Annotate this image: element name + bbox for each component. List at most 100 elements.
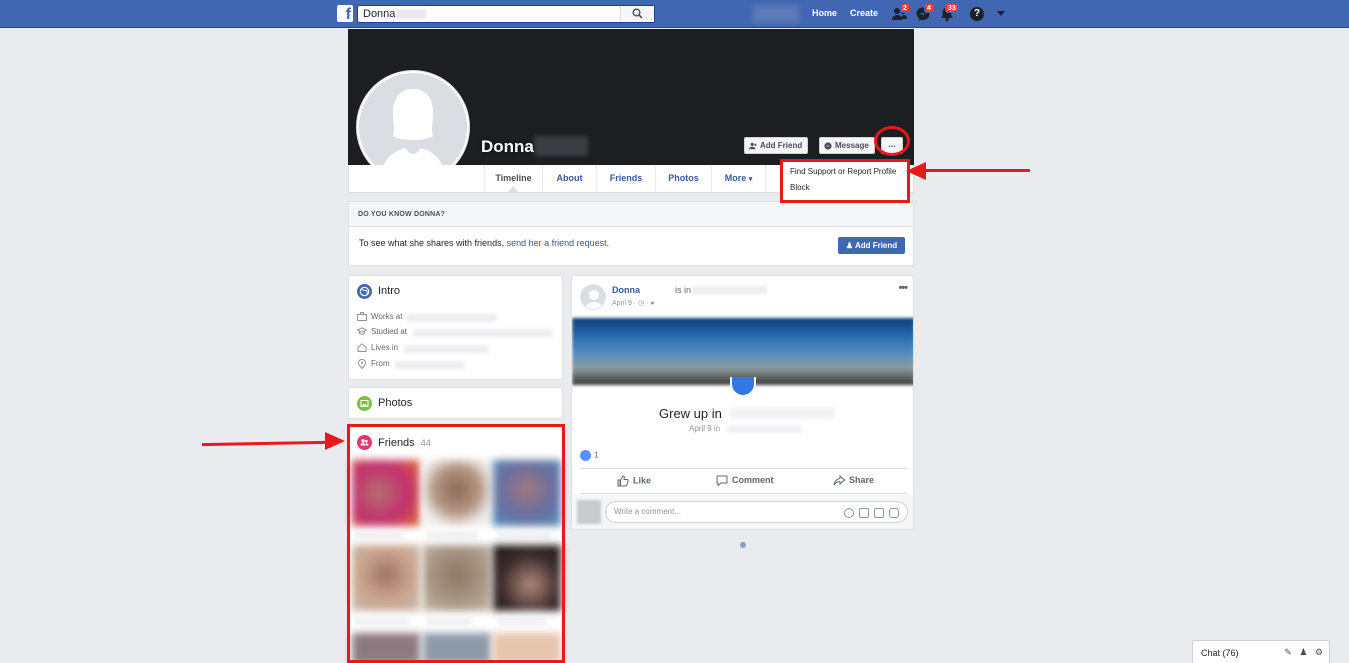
search-icon [632, 8, 643, 19]
photo-icon [357, 396, 372, 411]
timeline-post: Donna is in April 9 · ◷ · ● ••• Grew up … [571, 275, 914, 530]
intro-lives-in: Lives in [357, 343, 398, 355]
share-icon [833, 475, 846, 486]
do-you-know-heading: DO YOU KNOW DONNA? [349, 202, 913, 227]
chat-label: Chat (76) [1201, 648, 1239, 658]
home-link[interactable]: Home [812, 8, 837, 18]
comment-label: Comment [732, 475, 774, 485]
sticker-icon[interactable] [889, 508, 899, 518]
add-friend-icon: ♟ [845, 241, 853, 250]
add-friend-primary-button[interactable]: ♟ Add Friend [838, 237, 905, 254]
help-icon[interactable]: ? [970, 7, 984, 21]
annotation-box-friends [347, 424, 565, 663]
life-event-icon [730, 377, 756, 397]
search-button[interactable] [620, 6, 654, 22]
post-author-avatar[interactable] [580, 284, 606, 310]
post-author-name[interactable]: Donna [612, 285, 640, 295]
share-label: Share [849, 475, 875, 485]
comment-input-tools [839, 506, 899, 526]
like-button[interactable]: Like [617, 475, 651, 487]
intro-from-label: From [371, 359, 390, 369]
annotation-arrow-line [925, 169, 1030, 172]
graduation-cap-icon [356, 327, 368, 336]
comment-input-placeholder: Write a comment... [614, 507, 681, 516]
comment-composer: Write a comment... [572, 495, 913, 529]
intro-card: Intro Works at Studied at Lives in From [348, 275, 563, 380]
gear-icon[interactable]: ⚙ [1315, 647, 1323, 657]
gif-icon[interactable] [874, 508, 884, 518]
message-button[interactable]: Message [819, 137, 875, 154]
globe-icon: ● [650, 300, 655, 307]
redacted-text [395, 361, 465, 369]
messenger-icon [824, 142, 832, 150]
default-avatar-silhouette-icon [581, 285, 605, 309]
add-friend-icon [749, 142, 757, 150]
account-menu-chevron-down-icon[interactable] [997, 11, 1005, 16]
annotation-box-dropdown [780, 159, 910, 203]
globe-icon [357, 284, 372, 299]
friend-requests-badge: 2 [900, 3, 910, 13]
life-event-title: Grew up in [659, 406, 722, 421]
tab-friends[interactable]: Friends [596, 165, 655, 192]
thumbs-up-icon [617, 475, 629, 487]
life-event-subtitle: April 9 in [689, 424, 721, 433]
redacted-text [727, 425, 802, 433]
message-label: Message [835, 141, 869, 150]
reaction-summary[interactable]: 1 [580, 450, 598, 461]
post-date-label: April 9 [612, 300, 632, 307]
new-group-icon[interactable]: ♟ [1299, 647, 1307, 657]
chevron-down-icon: ▾ [748, 176, 753, 183]
do-you-know-card: DO YOU KNOW DONNA? To see what she share… [348, 201, 914, 266]
redacted-text [404, 345, 489, 353]
chat-sidebar-tab[interactable]: Chat (76) ✎ ♟ ⚙ [1192, 640, 1330, 663]
intro-studied-label: Studied at [371, 327, 408, 336]
briefcase-icon [357, 312, 367, 322]
intro-studied-at: Studied at [356, 327, 408, 339]
tab-more[interactable]: More ▾ [711, 165, 766, 192]
comment-button[interactable]: Comment [716, 475, 774, 487]
share-button[interactable]: Share [833, 475, 874, 486]
profile-name: Donna [481, 137, 534, 156]
emoji-icon[interactable] [844, 508, 854, 518]
send-friend-request-link[interactable]: send her a friend request. [507, 238, 610, 248]
house-icon [357, 343, 367, 353]
like-label: Like [633, 475, 652, 486]
annotation-arrow-line [201, 440, 328, 447]
post-date[interactable]: April 9 · ◷ · ● [612, 299, 655, 307]
chat-tools: ✎ ♟ ⚙ [1284, 647, 1323, 658]
notifications-badge: 33 [945, 3, 959, 13]
redacted-text [413, 329, 553, 337]
annotation-circle [874, 126, 910, 156]
life-event-banner-image [572, 318, 913, 385]
create-link[interactable]: Create [850, 8, 878, 18]
intro-lives-label: Lives in [371, 343, 399, 352]
location-pin-icon [357, 358, 367, 370]
comment-input[interactable]: Write a comment... [605, 501, 908, 523]
search-input-value: Donna [363, 8, 396, 20]
add-friend-button[interactable]: Add Friend [744, 137, 809, 154]
photos-card[interactable]: Photos [348, 387, 563, 419]
loading-indicator [740, 542, 746, 548]
top-navigation-bar: f Donna Home Create 2 4 33 ? [0, 0, 1349, 28]
annotation-arrowhead-right-icon [325, 432, 345, 450]
intro-works-label: Works at [371, 312, 403, 321]
comment-icon [716, 475, 728, 487]
profile-shortcut[interactable] [753, 5, 799, 23]
compose-icon[interactable]: ✎ [1284, 647, 1292, 657]
redacted-text [692, 286, 767, 294]
redacted-surname [534, 136, 588, 156]
tab-about[interactable]: About [542, 165, 596, 192]
messages-badge: 4 [924, 3, 934, 13]
redacted-text [730, 407, 835, 419]
search-input[interactable]: Donna [357, 5, 655, 23]
add-friend-primary-label: Add Friend [854, 241, 898, 250]
tab-photos[interactable]: Photos [655, 165, 711, 192]
post-action-bar: Like Comment Share [580, 468, 907, 494]
post-options-icon[interactable]: ••• [898, 282, 908, 294]
thumbs-up-icon [580, 450, 591, 461]
annotation-arrowhead-left-icon [906, 162, 926, 180]
redacted-text [407, 314, 497, 322]
camera-icon[interactable] [859, 508, 869, 518]
active-tab-indicator [507, 186, 519, 193]
facebook-logo-icon[interactable]: f [337, 5, 353, 22]
